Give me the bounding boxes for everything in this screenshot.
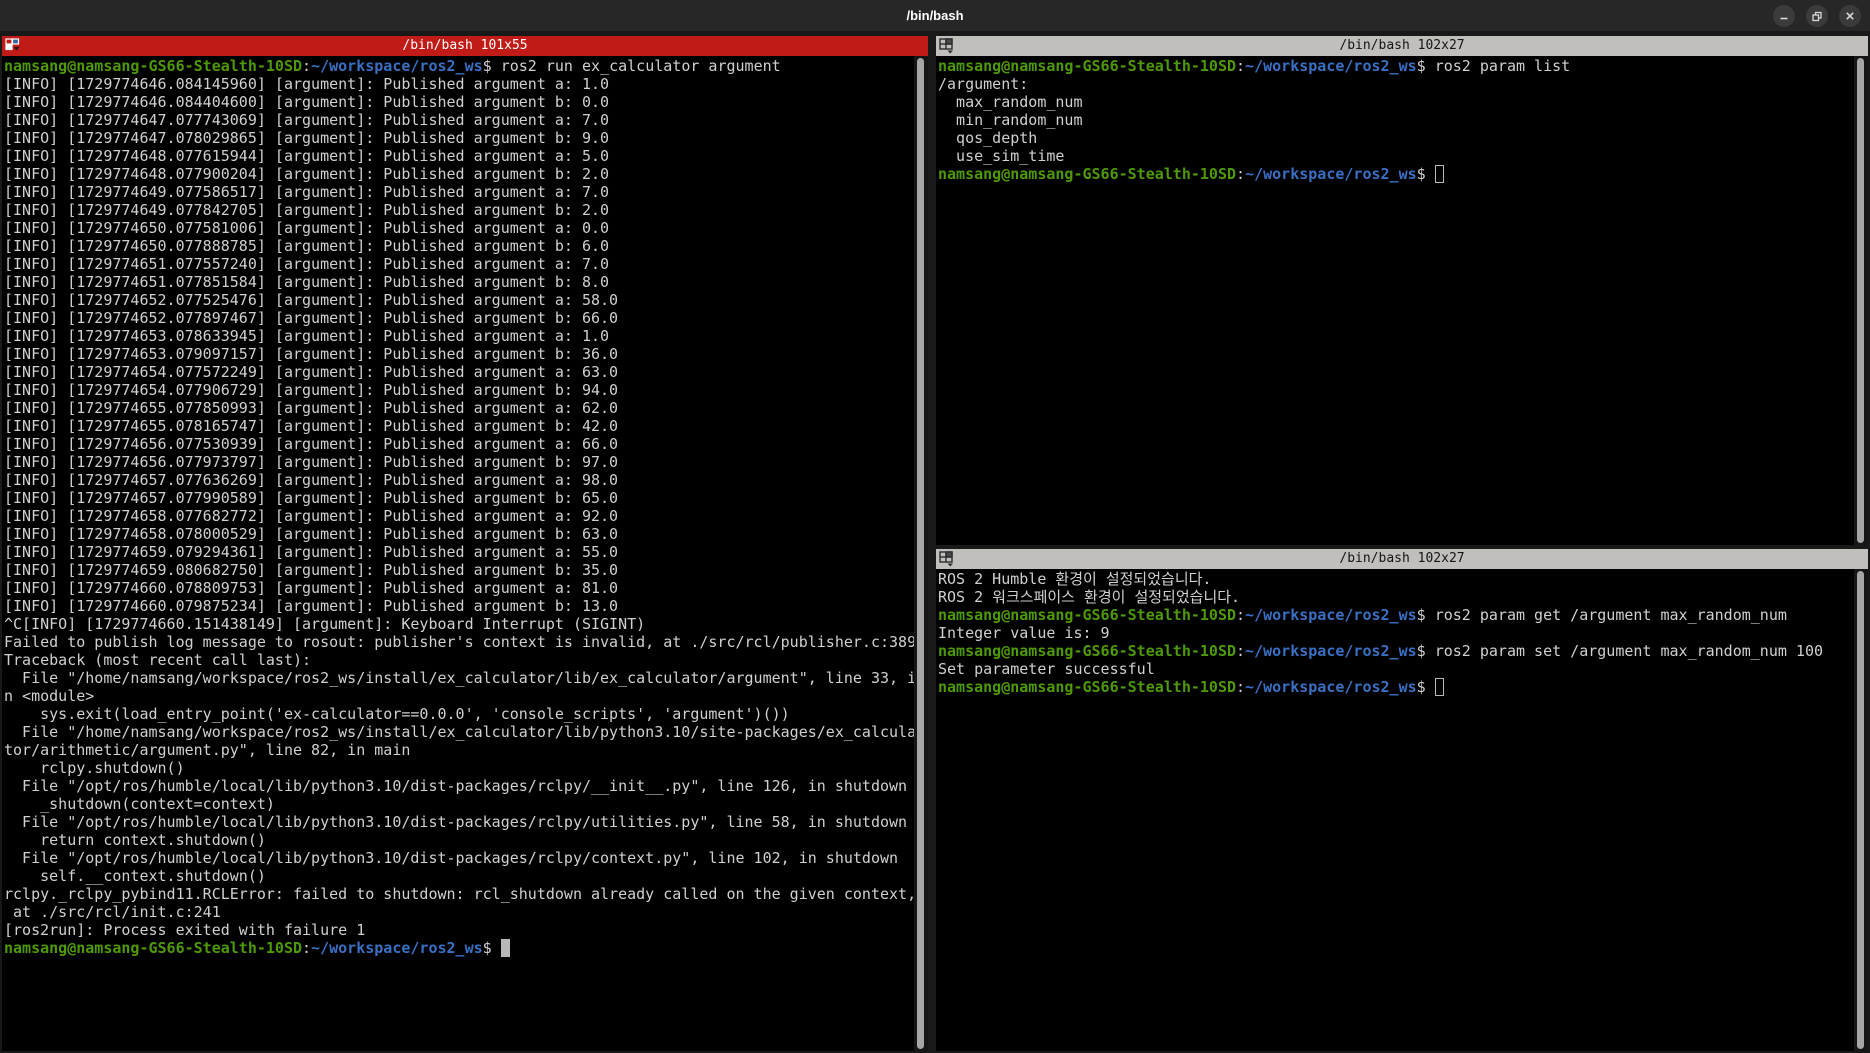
terminal-line: at ./src/rcl/init.c:241 — [4, 903, 221, 921]
terminal-line: return context.shutdown() — [4, 831, 266, 849]
terminal-line: [INFO] [1729774659.079294361] [argument]… — [4, 543, 619, 561]
terminal-line: tor/arithmetic/argument.py", line 82, in… — [4, 741, 411, 759]
minimize-icon — [1778, 10, 1790, 22]
terminal-line: [INFO] [1729774647.078029865] [argument]… — [4, 129, 610, 147]
terminal-output[interactable]: namsang@namsang-GS66-Stealth-10SD:~/work… — [4, 57, 914, 1051]
terminal-line: n <module> — [4, 687, 95, 705]
terminal-line: _shutdown(context=context) — [4, 795, 275, 813]
terminal-line: File "/opt/ros/humble/local/lib/python3.… — [4, 849, 899, 867]
close-button[interactable] — [1839, 5, 1861, 27]
terminal-pane-left: /bin/bash 101x55 namsang@namsang-GS66-St… — [2, 36, 928, 1051]
terminal-line: [INFO] [1729774659.080682750] [argument]… — [4, 561, 619, 579]
close-icon — [1844, 10, 1856, 22]
terminal-line: [ros2run]: Process exited with failure 1 — [4, 921, 366, 939]
terminal-line: namsang@namsang-GS66-Stealth-10SD:~/work… — [938, 678, 1854, 696]
terminal-line: [INFO] [1729774658.077682772] [argument]… — [4, 507, 619, 525]
terminal-line: use_sim_time — [938, 147, 1065, 165]
pane-titlebar-right-top[interactable]: /bin/bash 102x27 — [936, 36, 1868, 56]
scrollbar[interactable] — [1854, 569, 1868, 1051]
terminal-line: File "/opt/ros/humble/local/lib/python3.… — [4, 813, 908, 831]
terminal-line: namsang@namsang-GS66-Stealth-10SD:~/work… — [4, 939, 914, 957]
terminal-line: Integer value is: 9 — [938, 624, 1110, 642]
pane-titlebar-right-bottom[interactable]: /bin/bash 102x27 — [936, 549, 1868, 569]
window-controls — [1773, 5, 1861, 27]
maximize-button[interactable] — [1806, 5, 1828, 27]
scrollbar[interactable] — [1854, 56, 1868, 545]
pane-title: /bin/bash 101x55 — [402, 38, 528, 53]
terminal-line: sys.exit(load_entry_point('ex-calculator… — [4, 705, 790, 723]
terminal-line: [INFO] [1729774653.079097157] [argument]… — [4, 345, 619, 363]
terminal-line: rclpy._rclpy_pybind11.RCLError: failed t… — [4, 885, 914, 903]
terminal-line: [INFO] [1729774646.084404600] [argument]… — [4, 93, 610, 111]
terminal-line: Failed to publish log message to rosout:… — [4, 633, 914, 651]
terminal-line: Traceback (most recent call last): — [4, 651, 312, 669]
pane-title: /bin/bash 102x27 — [1339, 38, 1465, 53]
scrollbar[interactable] — [914, 56, 928, 1051]
terminal-line: namsang@namsang-GS66-Stealth-10SD:~/work… — [938, 642, 1824, 660]
terminal-line: [INFO] [1729774649.077586517] [argument]… — [4, 183, 610, 201]
terminal-line: [INFO] [1729774647.077743069] [argument]… — [4, 111, 610, 129]
pane-title: /bin/bash 102x27 — [1339, 551, 1465, 566]
terminal-line: [INFO] [1729774653.078633945] [argument]… — [4, 327, 610, 345]
terminal-line: [INFO] [1729774657.077636269] [argument]… — [4, 471, 619, 489]
terminal-line: qos_depth — [938, 129, 1038, 147]
terminal-pane-right-top: /bin/bash 102x27 namsang@namsang-GS66-St… — [936, 36, 1868, 545]
scrollbar-thumb[interactable] — [1857, 58, 1864, 543]
terminal-line: min_random_num — [938, 111, 1083, 129]
terminal-line: max_random_num — [938, 93, 1083, 111]
terminal-line: [INFO] [1729774650.077581006] [argument]… — [4, 219, 610, 237]
terminal-line: namsang@namsang-GS66-Stealth-10SD:~/work… — [938, 57, 1571, 75]
terminal-line: [INFO] [1729774654.077572249] [argument]… — [4, 363, 619, 381]
terminal-line: rclpy.shutdown() — [4, 759, 185, 777]
terminal-line: /argument: — [938, 75, 1029, 93]
scrollbar-thumb[interactable] — [1857, 571, 1864, 1049]
terminal-line: ^C[INFO] [1729774660.151438149] [argumen… — [4, 615, 646, 633]
terminal-line: [INFO] [1729774648.077615944] [argument]… — [4, 147, 610, 165]
terminal-line: [INFO] [1729774655.078165747] [argument]… — [4, 417, 619, 435]
terminal-line: [INFO] [1729774655.077850993] [argument]… — [4, 399, 619, 417]
terminal-line: [INFO] [1729774651.077851584] [argument]… — [4, 273, 610, 291]
terminal-line: namsang@namsang-GS66-Stealth-10SD:~/work… — [938, 606, 1787, 624]
terminal-line: namsang@namsang-GS66-Stealth-10SD:~/work… — [938, 165, 1854, 183]
scrollbar-thumb[interactable] — [917, 58, 924, 1049]
terminal-line: [INFO] [1729774652.077525476] [argument]… — [4, 291, 619, 309]
terminal-line: self.__context.shutdown() — [4, 867, 266, 885]
terminal-line: [INFO] [1729774650.077888785] [argument]… — [4, 237, 610, 255]
terminal-line: [INFO] [1729774658.078000529] [argument]… — [4, 525, 619, 543]
restore-icon — [1811, 10, 1823, 22]
terminal-line: File "/home/namsang/workspace/ros2_ws/in… — [4, 723, 914, 741]
minimize-button[interactable] — [1773, 5, 1795, 27]
terminal-line: Set parameter successful — [938, 660, 1155, 678]
terminal-output[interactable]: namsang@namsang-GS66-Stealth-10SD:~/work… — [938, 57, 1854, 545]
window-title: /bin/bash — [906, 8, 964, 23]
terminal-line: ROS 2 워크스페이스 환경이 설정되었습니다. — [938, 588, 1241, 606]
terminal-line: [INFO] [1729774649.077842705] [argument]… — [4, 201, 610, 219]
terminal-line: [INFO] [1729774651.077557240] [argument]… — [4, 255, 610, 273]
terminal-line: [INFO] [1729774656.077530939] [argument]… — [4, 435, 619, 453]
terminal-pane-right-bottom: /bin/bash 102x27 ROS 2 Humble 환경이 설정되었습니… — [936, 549, 1868, 1051]
terminal-line: [INFO] [1729774652.077897467] [argument]… — [4, 309, 619, 327]
terminal-output[interactable]: ROS 2 Humble 환경이 설정되었습니다. ROS 2 워크스페이스 환경… — [938, 570, 1854, 1051]
terminal-line: namsang@namsang-GS66-Stealth-10SD:~/work… — [4, 57, 781, 75]
terminal-line: [INFO] [1729774656.077973797] [argument]… — [4, 453, 619, 471]
terminal-line: [INFO] [1729774654.077906729] [argument]… — [4, 381, 619, 399]
terminal-line: [INFO] [1729774660.078809753] [argument]… — [4, 579, 619, 597]
terminal-line: [INFO] [1729774660.079875234] [argument]… — [4, 597, 619, 615]
window-titlebar[interactable]: /bin/bash — [0, 0, 1870, 31]
terminal-line: File "/home/namsang/workspace/ros2_ws/in… — [4, 669, 914, 687]
pane-titlebar-left[interactable]: /bin/bash 101x55 — [2, 36, 928, 56]
terminal-line: [INFO] [1729774648.077900204] [argument]… — [4, 165, 610, 183]
terminal-line: [INFO] [1729774646.084145960] [argument]… — [4, 75, 610, 93]
terminal-line: [INFO] [1729774657.077990589] [argument]… — [4, 489, 619, 507]
terminal-line: ROS 2 Humble 환경이 설정되었습니다. — [938, 570, 1212, 588]
terminal-line: File "/opt/ros/humble/local/lib/python3.… — [4, 777, 908, 795]
